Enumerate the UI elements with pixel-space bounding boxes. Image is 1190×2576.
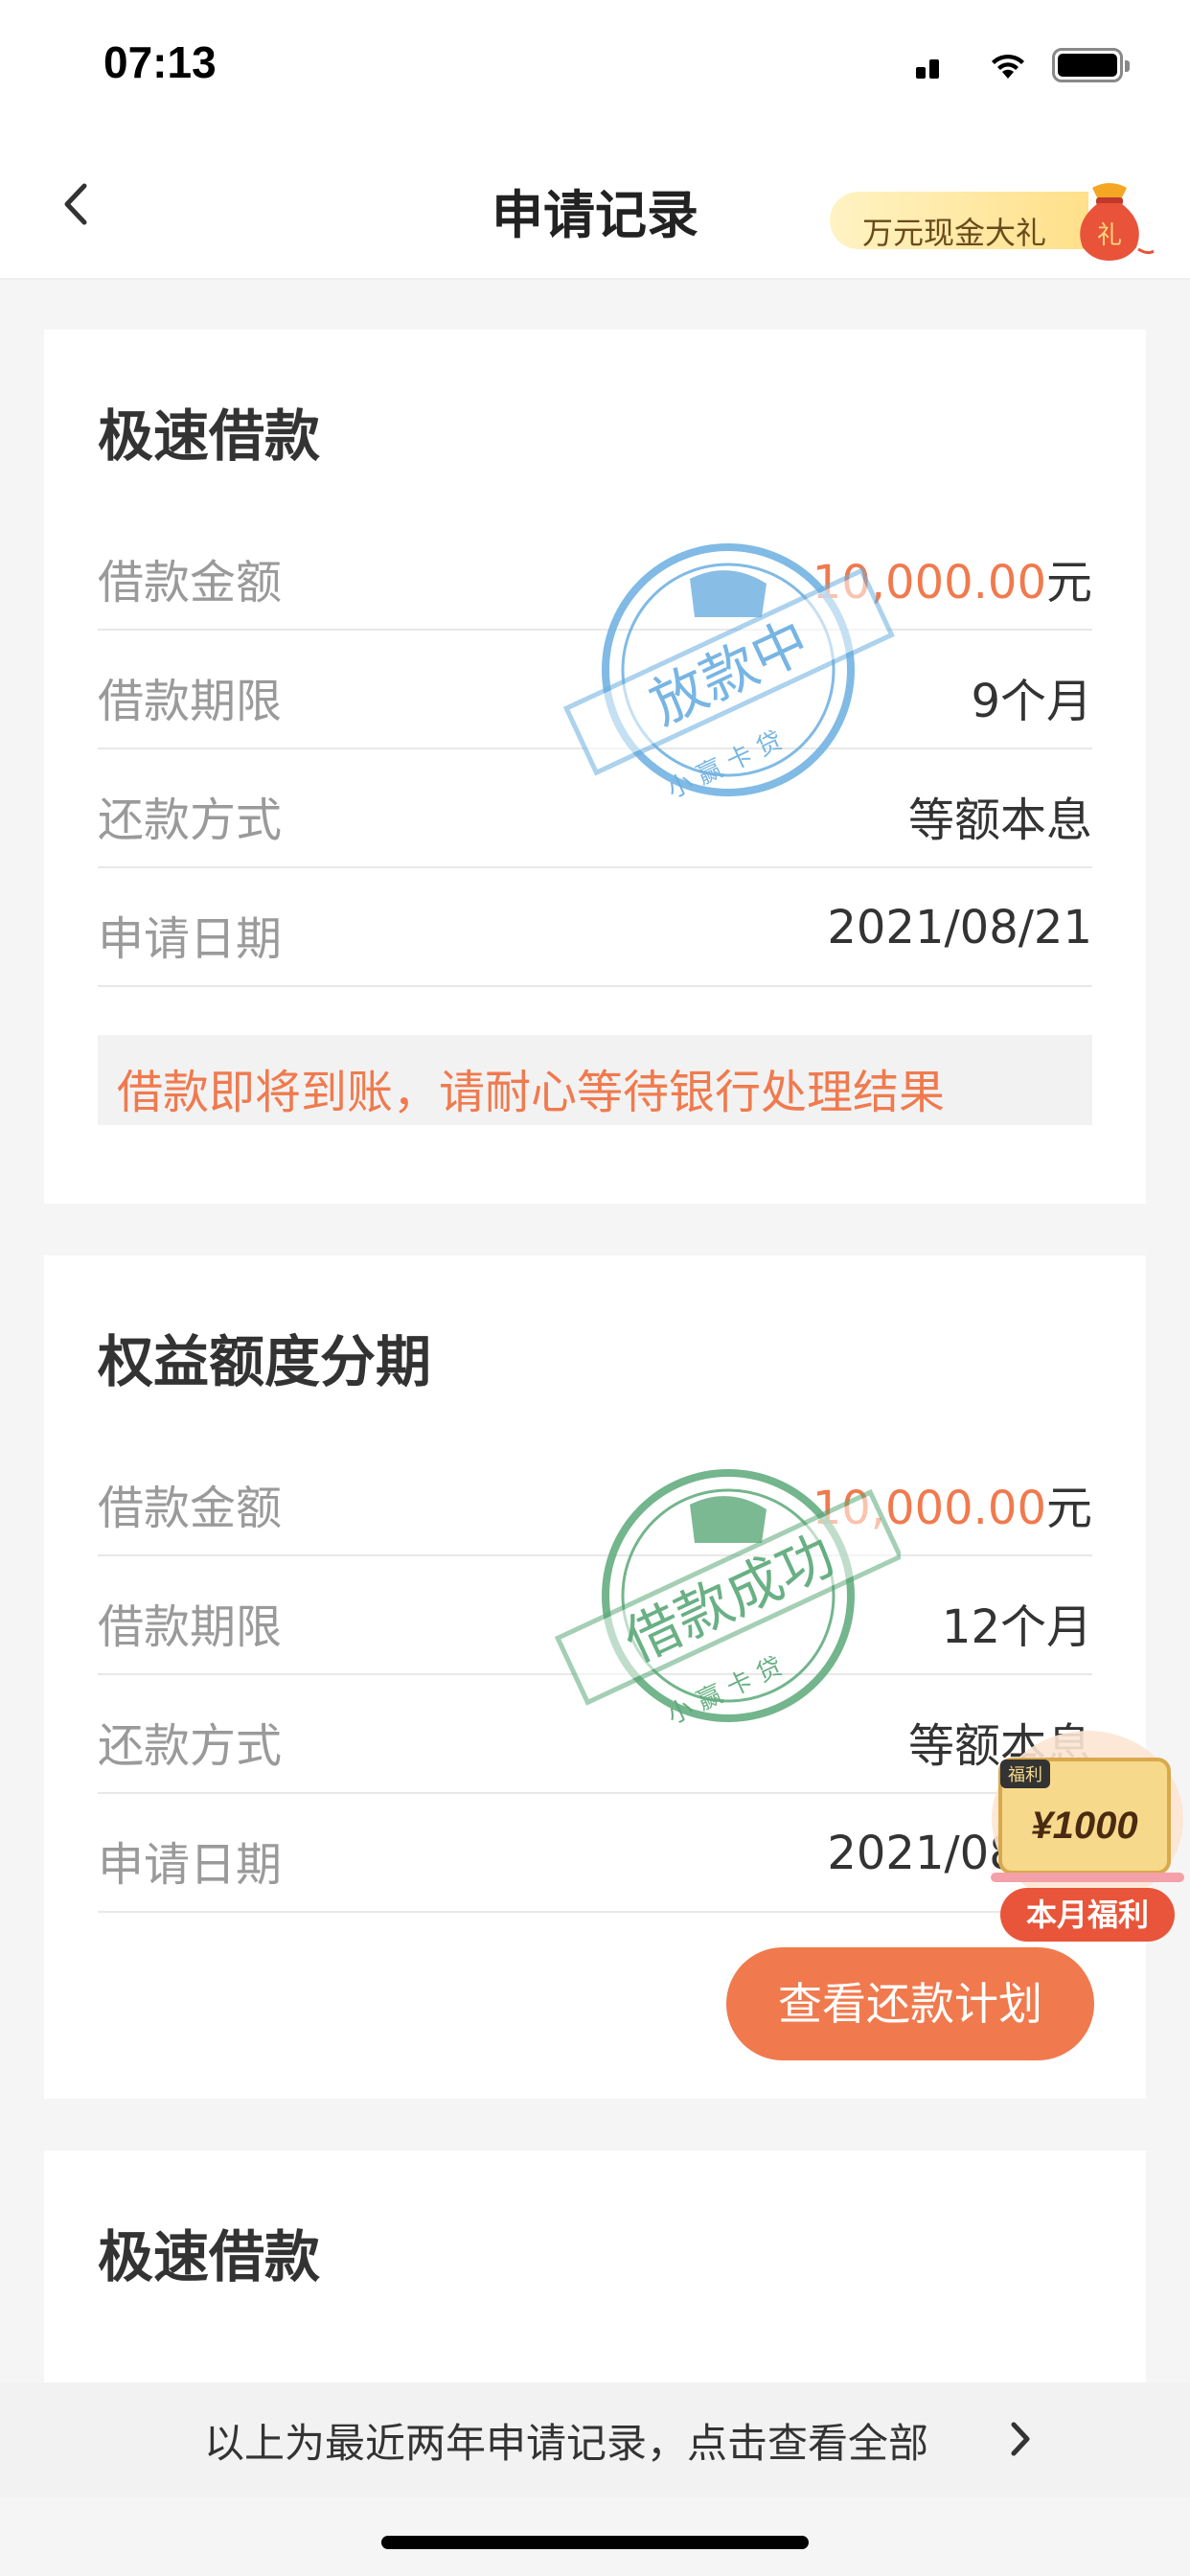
- apply-date-row: 申请日期 2021/08/21: [98, 1794, 1092, 1913]
- promo-pill: 万元现金大礼: [830, 192, 1088, 251]
- amount-number: 10,000.00: [812, 1482, 1046, 1535]
- term-value: 9个月: [971, 675, 1092, 728]
- term-label: 借款期限: [98, 675, 283, 728]
- welfare-label-text: 本月福利: [1026, 1897, 1149, 1933]
- amount-value: 10,000.00元: [812, 544, 1092, 611]
- amount-label: 借款金额: [98, 1482, 283, 1535]
- amount-row: 借款金额 10,000.00元: [98, 512, 1092, 631]
- amount-row: 借款金额 10,000.00元: [98, 1438, 1092, 1556]
- term-row: 借款期限 9个月: [98, 631, 1092, 749]
- apply-date-value: 2021/08/21: [827, 901, 1092, 954]
- apply-date-label: 申请日期: [98, 912, 283, 966]
- amount-unit: 元: [1045, 556, 1092, 610]
- amount-label: 借款金额: [98, 556, 283, 610]
- repayment-method-row: 还款方式 等额本息: [98, 1675, 1092, 1794]
- home-indicator: [381, 2536, 809, 2549]
- loan-card: 权益额度分期 借款金额 10,000.00元 借款期限 12个月 还款方式 等额…: [44, 1255, 1146, 2099]
- wifi-icon: [992, 54, 1024, 79]
- red-gift-bag-icon: 礼: [1080, 183, 1155, 261]
- amount-unit: 元: [1045, 1482, 1092, 1535]
- monthly-welfare-badge[interactable]: 福利 ¥1000 本月福利: [985, 1731, 1190, 1951]
- apply-date-row: 申请日期 2021/08/21: [98, 868, 1092, 987]
- repayment-method-label: 还款方式: [98, 1719, 283, 1773]
- status-time: 07:13: [103, 37, 217, 87]
- card-title: 权益额度分期: [98, 1329, 432, 1394]
- welfare-amount-text: ¥1000: [1031, 1805, 1137, 1847]
- battery-icon: [1052, 48, 1130, 82]
- repayment-method-label: 还款方式: [98, 794, 283, 847]
- nav-bar: 申请记录 万元现金大礼 礼: [0, 130, 1190, 280]
- signal-icon: [916, 59, 943, 79]
- term-label: 借款期限: [98, 1600, 283, 1654]
- amount-value: 10,000.00元: [812, 1470, 1092, 1537]
- loan-card: 极速借款 借款金额 10,000.00元 借款期限 9个月 还款方式 等额本息 …: [44, 330, 1146, 1204]
- term-row: 借款期限 12个月: [98, 1556, 1092, 1675]
- footer-text: 以上为最近两年申请记录，点击查看全部: [203, 2420, 928, 2467]
- card-title: 极速借款: [98, 403, 321, 469]
- loan-card: 极速借款: [44, 2150, 1146, 2400]
- amount-number: 10,000.00: [812, 556, 1046, 610]
- promo-bag-char: 礼: [1097, 221, 1122, 250]
- chevron-right-icon: [1011, 2422, 1030, 2456]
- apply-date-label: 申请日期: [98, 1838, 283, 1892]
- promo-banner[interactable]: 万元现金大礼 礼: [830, 183, 1156, 261]
- view-all-records-bar[interactable]: 以上为最近两年申请记录，点击查看全部: [0, 2382, 1190, 2497]
- card-title: 极速借款: [98, 2224, 321, 2289]
- term-value: 12个月: [941, 1600, 1092, 1654]
- status-bar: 07:13: [0, 0, 1190, 130]
- status-notice: 借款即将到账，请耐心等待银行处理结果: [98, 1035, 1092, 1125]
- repayment-method-value: 等额本息: [907, 794, 1092, 847]
- repayment-method-row: 还款方式 等额本息: [98, 749, 1092, 868]
- view-repayment-plan-button[interactable]: 查看还款计划: [726, 1947, 1094, 2060]
- promo-text: 万元现金大礼: [862, 215, 1047, 251]
- welfare-tag-text: 福利: [1008, 1765, 1042, 1785]
- status-notice-text: 借款即将到账，请耐心等待银行处理结果: [117, 1066, 946, 1119]
